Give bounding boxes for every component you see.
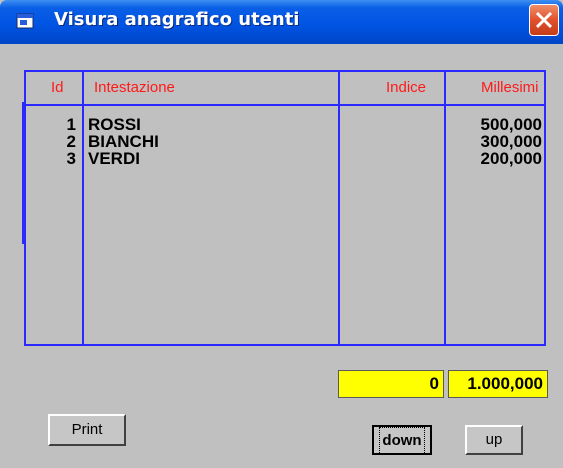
app-window: Visura anagrafico utenti Id Intestazione… — [0, 0, 563, 468]
cell-intestazione: ROSSI — [88, 115, 141, 134]
cell-millesimi: 500,000 — [480, 115, 542, 134]
cell-millesimi: 200,000 — [480, 149, 542, 168]
title-bar[interactable]: Visura anagrafico utenti — [0, 0, 563, 44]
column-header-id[interactable]: Id — [51, 79, 64, 96]
cell-id: 2 — [66, 132, 76, 151]
cell-id: 1 — [66, 115, 76, 134]
up-button-label: up — [485, 431, 503, 448]
down-button-label: down — [379, 427, 425, 455]
close-icon — [535, 11, 553, 29]
column-divider — [338, 72, 340, 344]
print-button[interactable]: Print — [48, 414, 126, 446]
column-divider — [444, 72, 446, 344]
grid-left-marker — [22, 102, 25, 244]
up-button[interactable]: up — [465, 425, 523, 455]
close-button[interactable] — [529, 4, 559, 36]
column-header-indice[interactable]: Indice — [386, 79, 426, 96]
users-grid[interactable]: Id Intestazione Indice Millesimi 1 ROSSI… — [24, 70, 546, 346]
column-divider — [82, 72, 84, 344]
indice-total-field: 0 — [338, 370, 444, 398]
cell-millesimi: 300,000 — [480, 132, 542, 151]
column-header-intestazione[interactable]: Intestazione — [94, 79, 175, 96]
window-title: Visura anagrafico utenti — [54, 9, 300, 30]
column-header-millesimi[interactable]: Millesimi — [481, 79, 539, 96]
print-button-label: Print — [71, 421, 103, 438]
header-divider — [26, 104, 544, 106]
down-button[interactable]: down — [372, 425, 432, 455]
millesimi-total-field: 1.000,000 — [448, 370, 548, 398]
cell-intestazione: BIANCHI — [88, 132, 159, 151]
window-icon — [16, 13, 34, 29]
cell-intestazione: VERDI — [88, 149, 140, 168]
cell-id: 3 — [66, 149, 76, 168]
